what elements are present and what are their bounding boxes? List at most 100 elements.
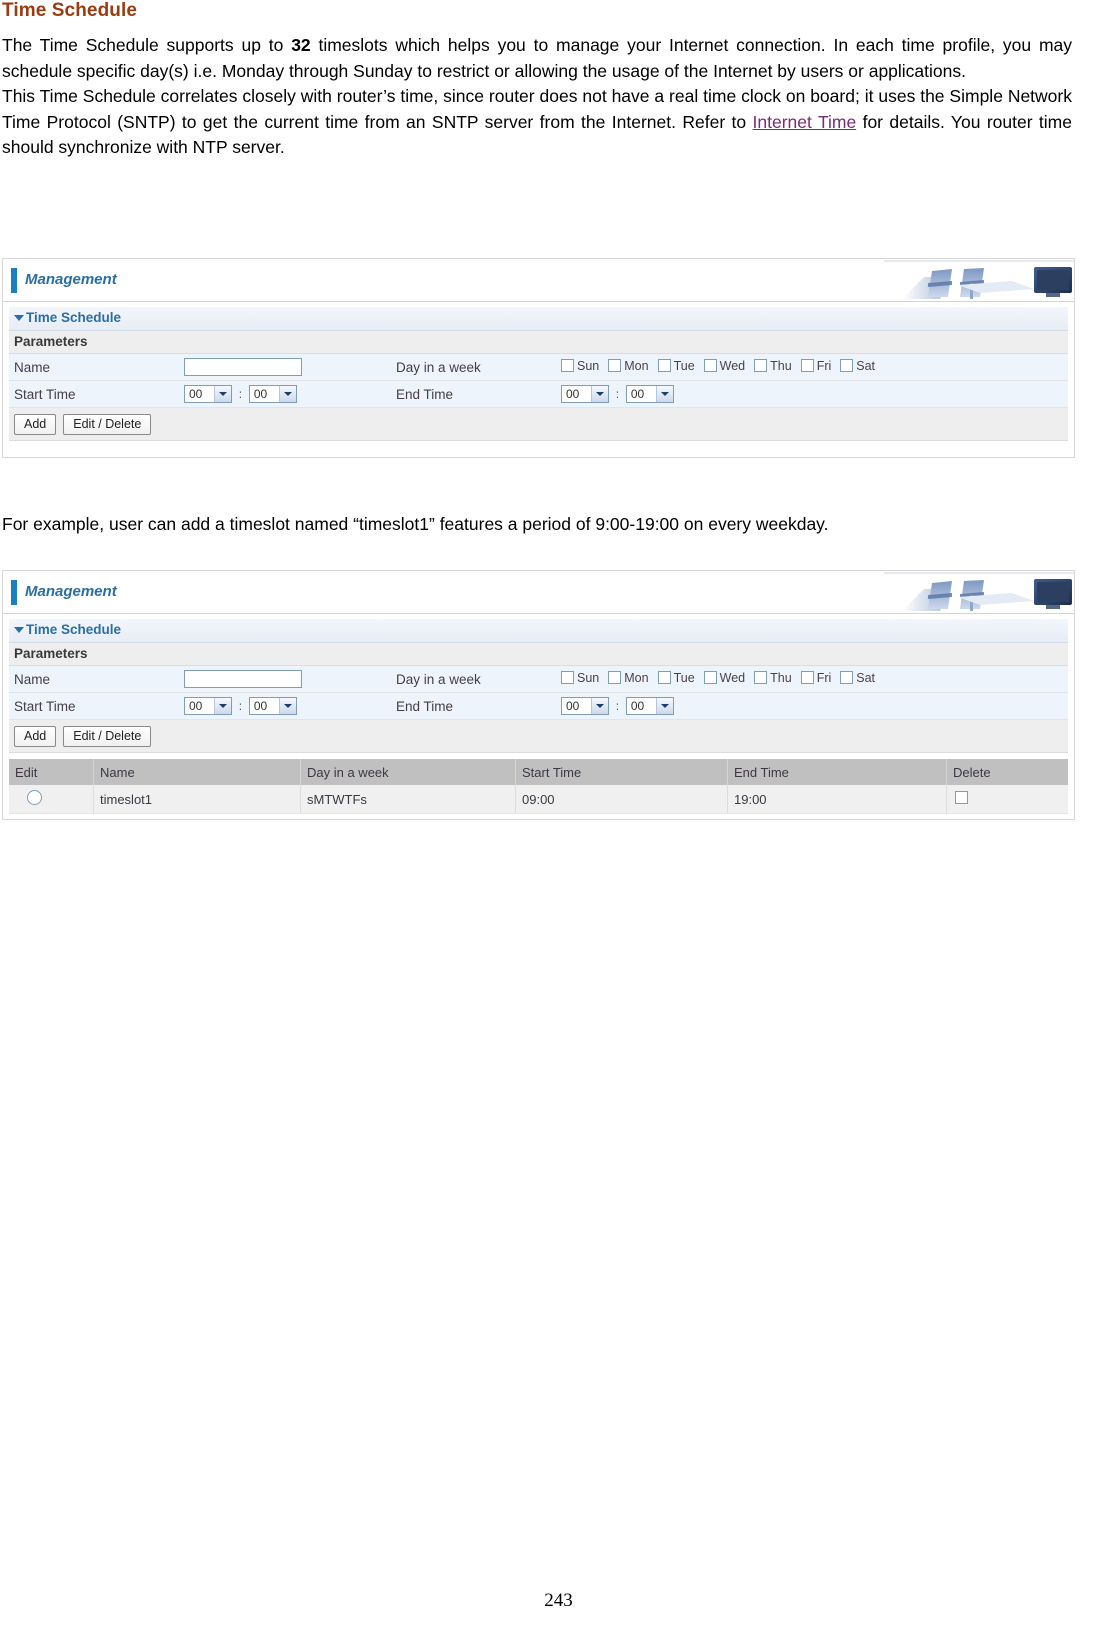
schedule-form: Name Day in a week Sun Mon Tue Wed Thu F… — [9, 354, 1068, 408]
end-minute-value: 00 — [630, 699, 645, 713]
start-hour-select[interactable]: 00 — [184, 697, 232, 715]
checkbox-icon[interactable] — [840, 359, 854, 373]
day-checkbox-mon[interactable]: Mon — [608, 671, 649, 685]
checkbox-icon[interactable] — [608, 671, 622, 685]
th-end: End Time — [727, 759, 947, 785]
time-separator: : — [615, 698, 620, 713]
section-header-time-schedule[interactable]: Time Schedule — [9, 306, 1068, 331]
add-button[interactable]: Add — [14, 413, 57, 435]
start-hour-select[interactable]: 00 — [184, 385, 232, 403]
end-minute-value: 00 — [630, 387, 645, 401]
section-title: Time Schedule — [26, 310, 122, 325]
table-header-row: Edit Name Day in a week Start Time End T… — [9, 759, 1068, 785]
start-minute-value: 00 — [253, 387, 268, 401]
name-input[interactable] — [184, 670, 302, 688]
start-time-cell: 00 : 00 — [179, 692, 391, 720]
chevron-down-icon[interactable] — [655, 698, 673, 714]
end-hour-value: 00 — [566, 387, 580, 401]
checkbox-icon[interactable] — [800, 671, 814, 685]
checkbox-icon[interactable] — [561, 671, 574, 685]
header-title: Management — [25, 583, 117, 600]
edit-radio-button[interactable] — [27, 790, 42, 805]
day-checkbox-fri[interactable]: Fri — [800, 358, 832, 373]
timeslot-list-table: Edit Name Day in a week Start Time End T… — [9, 759, 1068, 814]
para1-part1: The Time Schedule supports up to — [2, 35, 292, 55]
section-header-time-schedule[interactable]: Time Schedule — [9, 618, 1068, 643]
intro-text-block: The Time Schedule supports up to 32 time… — [2, 33, 1072, 161]
schedule-form: Name Day in a week Sun Mon Tue Wed Thu F… — [9, 666, 1068, 720]
start-time-cell: 00 : 00 — [179, 380, 391, 408]
day-label: Sat — [856, 358, 876, 373]
form-row-time: Start Time 00 : 00 End Time 00 : 00 — [9, 380, 1068, 408]
cell-end: 19:00 — [727, 785, 947, 814]
page-title: Time Schedule — [2, 0, 138, 21]
table-header: Edit Name Day in a week Start Time End T… — [9, 759, 1068, 785]
office-illustration-icon — [884, 259, 1074, 301]
checkbox-icon[interactable] — [800, 359, 814, 373]
day-checkbox-wed[interactable]: Wed — [703, 671, 745, 685]
name-input[interactable] — [184, 358, 302, 376]
day-checkbox-sun[interactable]: Sun — [561, 671, 599, 685]
checkbox-icon[interactable] — [840, 671, 854, 685]
day-checkbox-fri[interactable]: Fri — [800, 671, 831, 685]
chevron-down-icon[interactable] — [655, 386, 673, 402]
day-label: Sat — [856, 670, 876, 685]
end-hour-select[interactable]: 00 — [561, 697, 609, 715]
header-decoration-image — [884, 571, 1074, 613]
end-time-cell: 00 : 00 — [556, 692, 1068, 720]
end-hour-select[interactable]: 00 — [561, 385, 609, 403]
day-checkbox-mon[interactable]: Mon — [608, 359, 649, 373]
checkbox-icon[interactable] — [561, 359, 574, 373]
checkbox-icon[interactable] — [657, 671, 671, 685]
chevron-down-icon[interactable] — [278, 698, 296, 714]
day-checkbox-sun[interactable]: Sun — [561, 359, 599, 373]
checkbox-icon[interactable] — [703, 671, 717, 685]
end-minute-select[interactable]: 00 — [625, 385, 674, 403]
parameters-label: Parameters — [14, 646, 88, 661]
edit-delete-button[interactable]: Edit / Delete — [63, 413, 152, 435]
name-field-cell — [179, 354, 391, 381]
start-minute-select[interactable]: 00 — [248, 697, 297, 715]
cell-name: timeslot1 — [93, 785, 301, 814]
document-page: Time Schedule The Time Schedule supports… — [0, 0, 1117, 1630]
start-hour-value: 00 — [189, 699, 203, 713]
day-checkbox-thu[interactable]: Thu — [754, 359, 792, 373]
day-checkbox-sat[interactable]: Sat — [840, 359, 875, 373]
checkbox-icon[interactable] — [703, 359, 717, 373]
th-name: Name — [93, 759, 301, 785]
form-row-name: Name Day in a week Sun Mon Tue Wed Thu F… — [9, 666, 1068, 693]
checkbox-icon[interactable] — [608, 359, 622, 373]
start-minute-select[interactable]: 00 — [248, 385, 297, 403]
start-minute-value: 00 — [253, 699, 268, 713]
day-checkbox-group: Sun Mon Tue Wed Thu Fri Sat — [561, 359, 875, 373]
header-accent-bar — [11, 580, 17, 605]
day-checkbox-tue[interactable]: Tue — [657, 359, 695, 373]
ui-header: Management — [3, 259, 1074, 302]
chevron-down-icon[interactable] — [591, 386, 608, 402]
name-field-cell — [179, 666, 391, 693]
checkbox-icon[interactable] — [657, 359, 671, 373]
table-body: timeslot1 sMTWTFs 09:00 19:00 — [9, 785, 1068, 814]
section-title: Time Schedule — [26, 622, 122, 637]
day-label: Fri — [816, 358, 832, 373]
checkbox-icon[interactable] — [754, 671, 768, 685]
chevron-down-icon — [14, 627, 24, 633]
day-checkbox-wed[interactable]: Wed — [703, 358, 746, 373]
end-minute-select[interactable]: 00 — [625, 697, 674, 715]
day-checkbox-thu[interactable]: Thu — [754, 671, 792, 685]
chevron-down-icon[interactable] — [214, 386, 231, 402]
chevron-down-icon[interactable] — [214, 698, 231, 714]
chevron-down-icon[interactable] — [278, 386, 296, 402]
day-checkbox-tue[interactable]: Tue — [657, 671, 695, 685]
add-button[interactable]: Add — [14, 725, 57, 747]
delete-checkbox[interactable] — [955, 791, 968, 804]
th-delete: Delete — [946, 759, 1068, 785]
checkbox-icon[interactable] — [754, 359, 768, 373]
chevron-down-icon[interactable] — [591, 698, 608, 714]
cell-edit — [9, 785, 94, 814]
day-label: Wed — [719, 358, 746, 373]
internet-time-link[interactable]: Internet Time — [753, 112, 857, 132]
edit-delete-button[interactable]: Edit / Delete — [63, 725, 152, 747]
time-separator: : — [238, 386, 243, 401]
day-checkbox-sat[interactable]: Sat — [840, 671, 875, 685]
